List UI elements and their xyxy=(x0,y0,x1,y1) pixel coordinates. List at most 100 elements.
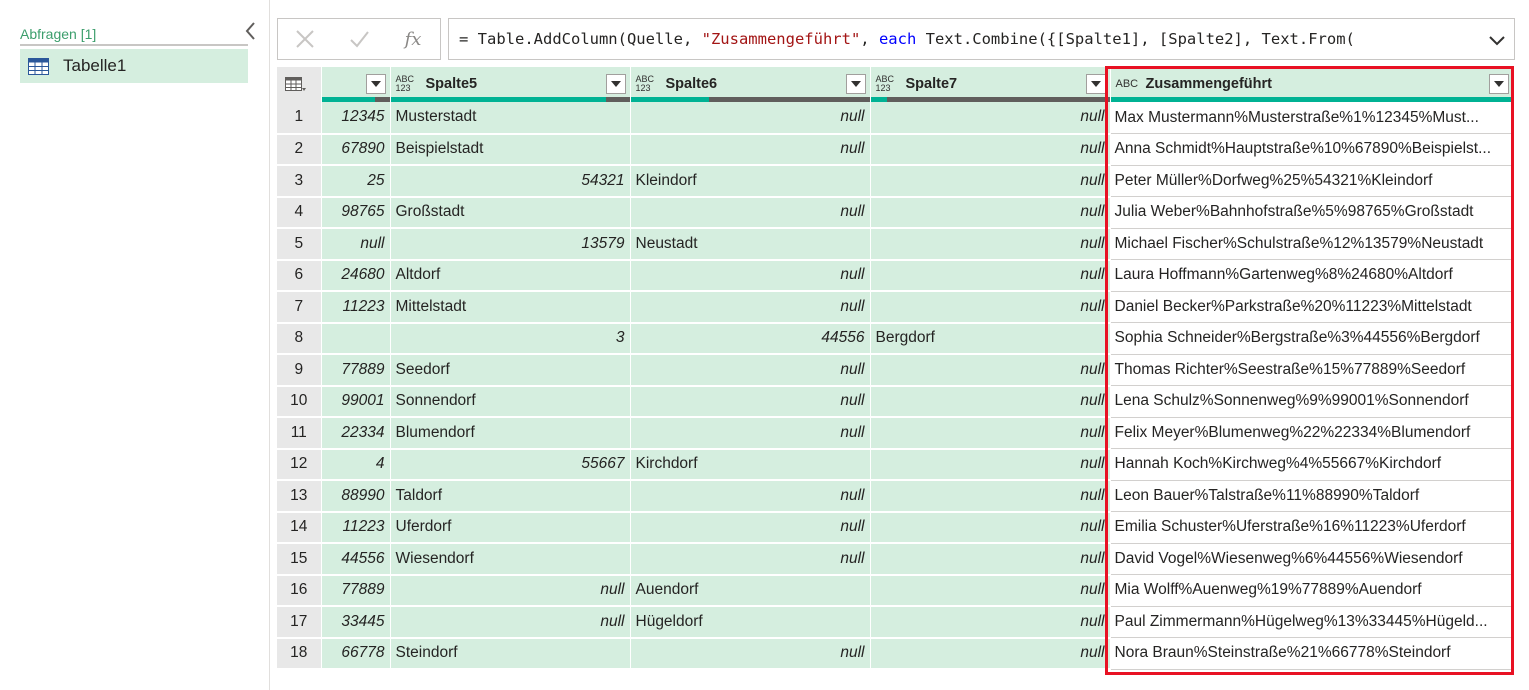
row-number[interactable]: 2 xyxy=(277,133,322,166)
cell-prev[interactable]: 77889 xyxy=(321,354,391,387)
cell-prev[interactable]: 44556 xyxy=(321,543,391,576)
cell-zusammengefuehrt[interactable]: Anna Schmidt%Hauptstraße%10%67890%Beispi… xyxy=(1110,133,1514,166)
cell-spalte6[interactable]: null xyxy=(630,385,871,418)
row-number[interactable]: 4 xyxy=(277,196,322,229)
cell-spalte7[interactable]: null xyxy=(870,448,1111,481)
column-filter-button[interactable] xyxy=(365,74,386,94)
cell-spalte6[interactable]: null xyxy=(630,417,871,450)
cell-prev[interactable]: 25 xyxy=(321,165,391,198)
column-filter-button[interactable] xyxy=(1488,74,1509,94)
cell-spalte6[interactable]: null xyxy=(630,291,871,324)
collapse-pane-icon[interactable] xyxy=(243,20,259,42)
cell-spalte7[interactable]: null xyxy=(870,228,1111,261)
row-number[interactable]: 18 xyxy=(277,637,322,670)
cell-zusammengefuehrt[interactable]: Sophia Schneider%Bergstraße%3%44556%Berg… xyxy=(1110,322,1514,355)
cell-prev[interactable]: 4 xyxy=(321,448,391,481)
column-filter-button[interactable] xyxy=(1085,74,1106,94)
cell-spalte6[interactable]: null xyxy=(630,480,871,513)
cell-spalte6[interactable]: Hügeldorf xyxy=(630,606,871,639)
row-number[interactable]: 15 xyxy=(277,543,322,576)
commit-formula-button[interactable] xyxy=(332,19,386,59)
column-header-spalte6[interactable]: ABC 123 Spalte6 xyxy=(630,67,871,102)
table-menu-button[interactable] xyxy=(277,67,322,102)
cell-spalte5[interactable]: Mittelstadt xyxy=(390,291,631,324)
cell-spalte5[interactable]: Uferdorf xyxy=(390,511,631,544)
cell-spalte5[interactable]: Blumendorf xyxy=(390,417,631,450)
cell-zusammengefuehrt[interactable]: Nora Braun%Steinstraße%21%66778%Steindor… xyxy=(1110,637,1514,670)
cell-prev[interactable]: 11223 xyxy=(321,291,391,324)
column-header-prev[interactable] xyxy=(321,67,391,102)
row-number[interactable]: 5 xyxy=(277,228,322,261)
cell-spalte7[interactable]: null xyxy=(870,385,1111,418)
cell-prev[interactable]: 33445 xyxy=(321,606,391,639)
cell-spalte6[interactable]: Auendorf xyxy=(630,574,871,607)
cell-spalte7[interactable]: null xyxy=(870,637,1111,670)
cell-spalte6[interactable]: null xyxy=(630,102,871,135)
row-number[interactable]: 9 xyxy=(277,354,322,387)
cell-spalte7[interactable]: null xyxy=(870,511,1111,544)
cell-prev[interactable]: 22334 xyxy=(321,417,391,450)
cell-spalte7[interactable]: null xyxy=(870,417,1111,450)
cell-spalte5[interactable]: null xyxy=(390,574,631,607)
cell-spalte6[interactable]: null xyxy=(630,259,871,292)
cell-spalte6[interactable]: null xyxy=(630,637,871,670)
cell-spalte5[interactable]: Wiesendorf xyxy=(390,543,631,576)
cell-spalte5[interactable]: Großstadt xyxy=(390,196,631,229)
cell-spalte7[interactable]: null xyxy=(870,480,1111,513)
row-number[interactable]: 8 xyxy=(277,322,322,355)
cell-spalte6[interactable]: null xyxy=(630,196,871,229)
cell-prev[interactable] xyxy=(321,322,391,355)
type-any-icon[interactable]: ABC 123 xyxy=(636,75,660,93)
type-any-icon[interactable]: ABC 123 xyxy=(876,75,900,93)
row-number[interactable]: 12 xyxy=(277,448,322,481)
cell-prev[interactable]: 67890 xyxy=(321,133,391,166)
type-any-icon[interactable]: ABC 123 xyxy=(396,75,420,93)
row-number[interactable]: 13 xyxy=(277,480,322,513)
cell-zusammengefuehrt[interactable]: Michael Fischer%Schulstraße%12%13579%Neu… xyxy=(1110,228,1514,260)
cell-zusammengefuehrt[interactable]: Max Mustermann%Musterstraße%1%12345%Must… xyxy=(1110,102,1514,134)
query-item-tabelle1[interactable]: Tabelle1 xyxy=(20,49,248,83)
cell-spalte6[interactable]: null xyxy=(630,511,871,544)
cell-zusammengefuehrt[interactable]: Peter Müller%Dorfweg%25%54321%Kleindorf xyxy=(1110,165,1514,197)
insert-function-button[interactable]: fx xyxy=(386,19,440,59)
cell-spalte5[interactable]: Musterstadt xyxy=(390,102,631,135)
chevron-down-icon[interactable] xyxy=(1488,31,1506,49)
cell-spalte5[interactable]: null xyxy=(390,606,631,639)
row-number[interactable]: 17 xyxy=(277,606,322,639)
cell-prev[interactable]: 24680 xyxy=(321,259,391,292)
cell-spalte5[interactable]: Steindorf xyxy=(390,637,631,670)
column-header-spalte7[interactable]: ABC 123 Spalte7 xyxy=(870,67,1111,102)
cell-spalte5[interactable]: Seedorf xyxy=(390,354,631,387)
cell-spalte6[interactable]: null xyxy=(630,543,871,576)
cell-prev[interactable]: null xyxy=(321,228,391,261)
row-number[interactable]: 10 xyxy=(277,385,322,418)
cell-spalte7[interactable]: Bergdorf xyxy=(870,322,1111,355)
cell-spalte6[interactable]: Kleindorf xyxy=(630,165,871,198)
cell-spalte6[interactable]: Neustadt xyxy=(630,228,871,261)
cell-spalte5[interactable]: 54321 xyxy=(390,165,631,198)
cell-zusammengefuehrt[interactable]: Thomas Richter%Seestraße%15%77889%Seedor… xyxy=(1110,354,1514,386)
cell-spalte6[interactable]: null xyxy=(630,354,871,387)
cell-spalte6[interactable]: 44556 xyxy=(630,322,871,355)
cell-prev[interactable]: 11223 xyxy=(321,511,391,544)
cell-spalte5[interactable]: Beispielstadt xyxy=(390,133,631,166)
cell-spalte7[interactable]: null xyxy=(870,133,1111,166)
column-header-zusammengefuehrt[interactable]: ABC Zusammengeführt xyxy=(1110,67,1514,102)
type-text-icon[interactable]: ABC xyxy=(1116,78,1140,89)
row-number[interactable]: 7 xyxy=(277,291,322,324)
cell-prev[interactable]: 12345 xyxy=(321,102,391,135)
cell-spalte6[interactable]: Kirchdorf xyxy=(630,448,871,481)
cell-zusammengefuehrt[interactable]: David Vogel%Wiesenweg%6%44556%Wiesendorf xyxy=(1110,543,1514,575)
cell-zusammengefuehrt[interactable]: Daniel Becker%Parkstraße%20%11223%Mittel… xyxy=(1110,291,1514,323)
cell-spalte7[interactable]: null xyxy=(870,354,1111,387)
column-filter-button[interactable] xyxy=(605,74,626,94)
row-number[interactable]: 6 xyxy=(277,259,322,292)
cell-prev[interactable]: 98765 xyxy=(321,196,391,229)
cell-spalte7[interactable]: null xyxy=(870,102,1111,135)
cell-spalte6[interactable]: null xyxy=(630,133,871,166)
row-number[interactable]: 14 xyxy=(277,511,322,544)
cancel-formula-button[interactable] xyxy=(278,19,332,59)
column-filter-button[interactable] xyxy=(845,74,866,94)
cell-zusammengefuehrt[interactable]: Lena Schulz%Sonnenweg%9%99001%Sonnendorf xyxy=(1110,385,1514,418)
cell-prev[interactable]: 77889 xyxy=(321,574,391,607)
